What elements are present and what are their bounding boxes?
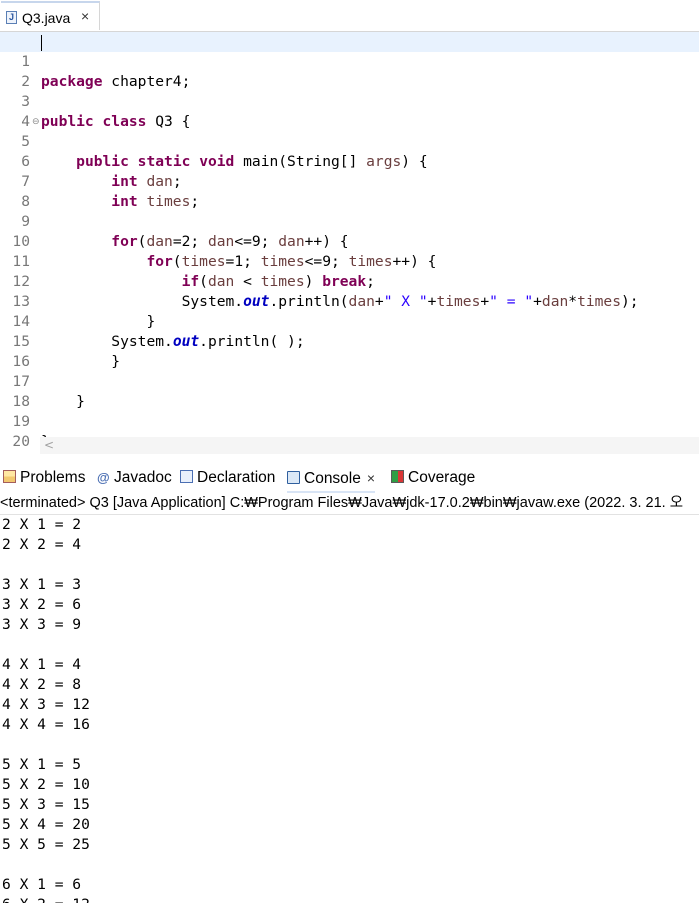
code-line[interactable]: 20 <box>0 412 699 450</box>
output-line: 2 X 1 = 2 <box>2 516 82 533</box>
problems-icon <box>3 470 16 483</box>
output-line: 4 X 1 = 4 <box>2 656 82 673</box>
output-line: 4 X 3 = 12 <box>2 696 90 713</box>
code-line[interactable]: 7 int times; <box>0 152 699 210</box>
line-number: 20 <box>12 433 30 450</box>
output-line: 3 X 3 = 9 <box>2 616 82 633</box>
code-line[interactable]: 2 <box>0 52 699 90</box>
console-icon <box>287 471 300 484</box>
code-line[interactable]: 6 int dan; <box>0 132 699 190</box>
tab-label: Declaration <box>197 469 276 486</box>
code-line[interactable]: 11 if(dan < times) break; <box>0 232 699 290</box>
code-line[interactable]: 15 } <box>0 312 699 370</box>
code-line[interactable]: 3 public class Q3 { <box>0 72 699 130</box>
tab-problems[interactable]: Problems <box>3 463 85 491</box>
scroll-left-icon[interactable]: < <box>44 437 54 454</box>
console-launch-status: <terminated> Q3 [Java Application] C:₩Pr… <box>0 495 684 511</box>
editor-tab-bar: J Q3.java × <box>0 0 699 32</box>
output-line: 5 X 5 = 25 <box>2 836 90 853</box>
at-sign-icon: @ <box>97 470 110 485</box>
tab-label: Console <box>304 470 361 487</box>
coverage-icon <box>391 470 404 483</box>
close-icon[interactable]: × <box>367 470 375 486</box>
console-output[interactable]: 2 X 1 = 2 2 X 2 = 4 3 X 1 = 3 3 X 2 = 6 … <box>0 515 699 903</box>
code-line[interactable]: 4 <box>0 92 699 130</box>
output-line: 5 X 1 = 5 <box>2 756 82 773</box>
editor-tab-q3-java[interactable]: J Q3.java × <box>1 1 100 30</box>
code-line[interactable]: 16 <box>0 332 699 370</box>
code-line[interactable]: 12 System.out.println(dan+" X "+times+" … <box>0 252 699 310</box>
views-tab-bar: Problems @ Javadoc Declaration Console × … <box>0 463 699 493</box>
tab-coverage[interactable]: Coverage <box>391 463 475 491</box>
java-file-icon: J <box>6 11 17 24</box>
tab-console[interactable]: Console × <box>287 463 376 493</box>
code-line[interactable]: 19 } <box>0 392 699 450</box>
code-line[interactable]: 8 <box>0 172 699 210</box>
output-line: 6 X 2 = 12 <box>2 895 90 903</box>
code-line[interactable]: 14 System.out.println( ); <box>0 292 699 350</box>
tab-declaration[interactable]: Declaration <box>180 463 275 491</box>
code-line[interactable]: 13 } <box>0 272 699 330</box>
horizontal-scrollbar[interactable]: < <box>40 437 699 454</box>
code-line[interactable]: 1 package chapter4; <box>0 32 699 90</box>
code-line[interactable]: 18 <box>0 372 699 410</box>
output-line: 4 X 2 = 8 <box>2 676 82 693</box>
output-line: 5 X 4 = 20 <box>2 816 90 833</box>
tab-label: Javadoc <box>114 469 172 486</box>
code-line[interactable]: 17 } <box>0 352 699 410</box>
output-line: 5 X 3 = 15 <box>2 796 90 813</box>
declaration-icon <box>180 470 193 483</box>
code-line[interactable]: 9 for(dan=2; dan<=9; dan++) { <box>0 192 699 250</box>
tab-javadoc[interactable]: @ Javadoc <box>97 463 172 491</box>
tab-label: Coverage <box>408 469 476 486</box>
output-line: 6 X 1 = 6 <box>2 876 82 893</box>
code-line[interactable]: 10 for(times=1; times<=9; times++) { <box>0 212 699 270</box>
text-caret <box>41 35 42 51</box>
tab-label: Problems <box>20 469 86 486</box>
close-icon[interactable]: × <box>81 8 89 24</box>
code-line[interactable]: 5 public static void main(String[] args)… <box>0 112 699 170</box>
output-line: 5 X 2 = 10 <box>2 776 90 793</box>
editor-tab-title: Q3.java <box>22 10 71 26</box>
output-line: 4 X 4 = 16 <box>2 716 90 733</box>
output-line: 3 X 1 = 3 <box>2 576 82 593</box>
output-line: 3 X 2 = 6 <box>2 596 82 613</box>
output-line: 2 X 2 = 4 <box>2 536 82 553</box>
